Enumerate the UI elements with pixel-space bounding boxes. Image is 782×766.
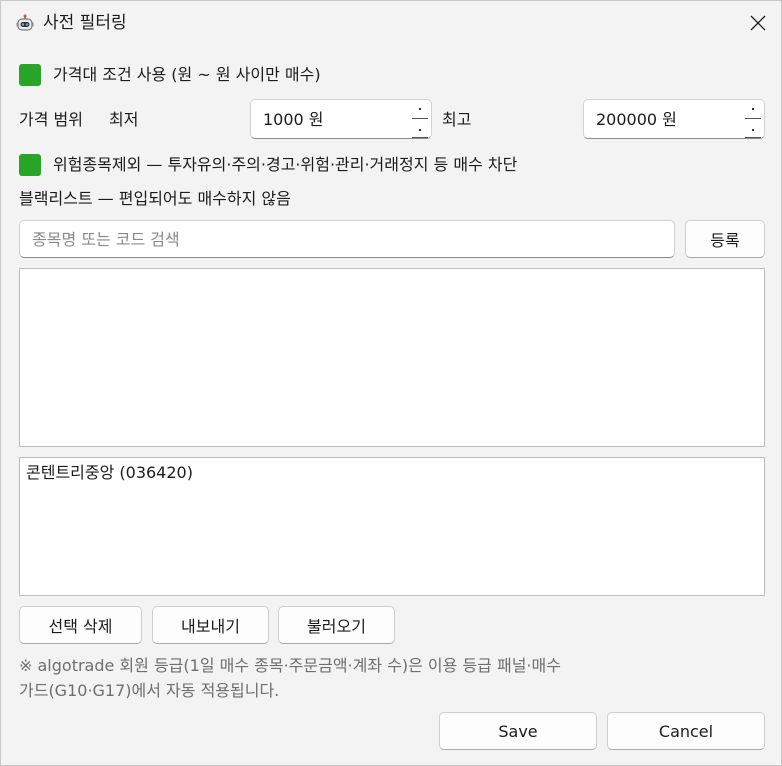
robot-icon — [16, 14, 34, 31]
stock-search-placeholder: 종목명 또는 코드 검색 — [32, 230, 180, 249]
price-min-decrement[interactable] — [409, 119, 431, 138]
cancel-button[interactable]: Cancel — [607, 712, 765, 750]
price-max-value: 200000 원 — [596, 110, 677, 129]
price-min-arrows — [409, 100, 431, 138]
search-results-list[interactable] — [19, 268, 765, 447]
price-max-increment[interactable] — [742, 100, 764, 119]
risk-exclude-label: 위험종목제외 — 투자유의·주의·경고·위험·관리·거래정지 등 매수 차단 — [53, 155, 518, 174]
blacklist-list[interactable]: 콘텐트리중앙 (036420) — [19, 457, 765, 596]
blacklist-item[interactable]: 콘텐트리중앙 (036420) — [26, 462, 193, 484]
close-icon — [750, 15, 766, 31]
risk-exclude-checkbox[interactable] — [19, 154, 41, 176]
price-min-value: 1000 원 — [263, 110, 324, 129]
price-range-label: 가격 범위 — [19, 110, 83, 129]
price-min-label: 최저 — [109, 110, 139, 129]
delete-selected-button[interactable]: 선택 삭제 — [19, 606, 142, 644]
save-button[interactable]: Save — [439, 712, 597, 750]
price-condition-label: 가격대 조건 사용 (원 ~ 원 사이만 매수) — [53, 65, 321, 84]
title-bar: 사전 필터링 — [1, 1, 781, 45]
dialog-window: 사전 필터링 가격대 조건 사용 (원 ~ 원 사이만 매수) 가격 범위 최저… — [0, 0, 782, 766]
price-max-spinbox[interactable]: 200000 원 — [583, 99, 765, 139]
blacklist-heading: 블랙리스트 — 편입되어도 매수하지 않음 — [19, 189, 291, 208]
price-condition-checkbox[interactable] — [19, 64, 41, 86]
price-max-decrement[interactable] — [742, 119, 764, 138]
price-min-increment[interactable] — [409, 100, 431, 119]
close-button[interactable] — [739, 7, 777, 39]
membership-note-line1: ※ algotrade 회원 등급(1일 매수 종목·주문금액·계좌 수)은 이… — [19, 656, 561, 675]
price-max-label: 최고 — [442, 110, 472, 129]
window-title: 사전 필터링 — [43, 13, 127, 33]
export-button[interactable]: 내보내기 — [152, 606, 269, 644]
price-max-arrows — [742, 100, 764, 138]
price-min-spinbox[interactable]: 1000 원 — [250, 99, 432, 139]
stock-search-input[interactable]: 종목명 또는 코드 검색 — [19, 220, 675, 258]
import-button[interactable]: 불러오기 — [278, 606, 395, 644]
membership-note-line2: 가드(G10·G17)에서 자동 적용됩니다. — [19, 681, 280, 700]
register-button[interactable]: 등록 — [685, 220, 765, 258]
